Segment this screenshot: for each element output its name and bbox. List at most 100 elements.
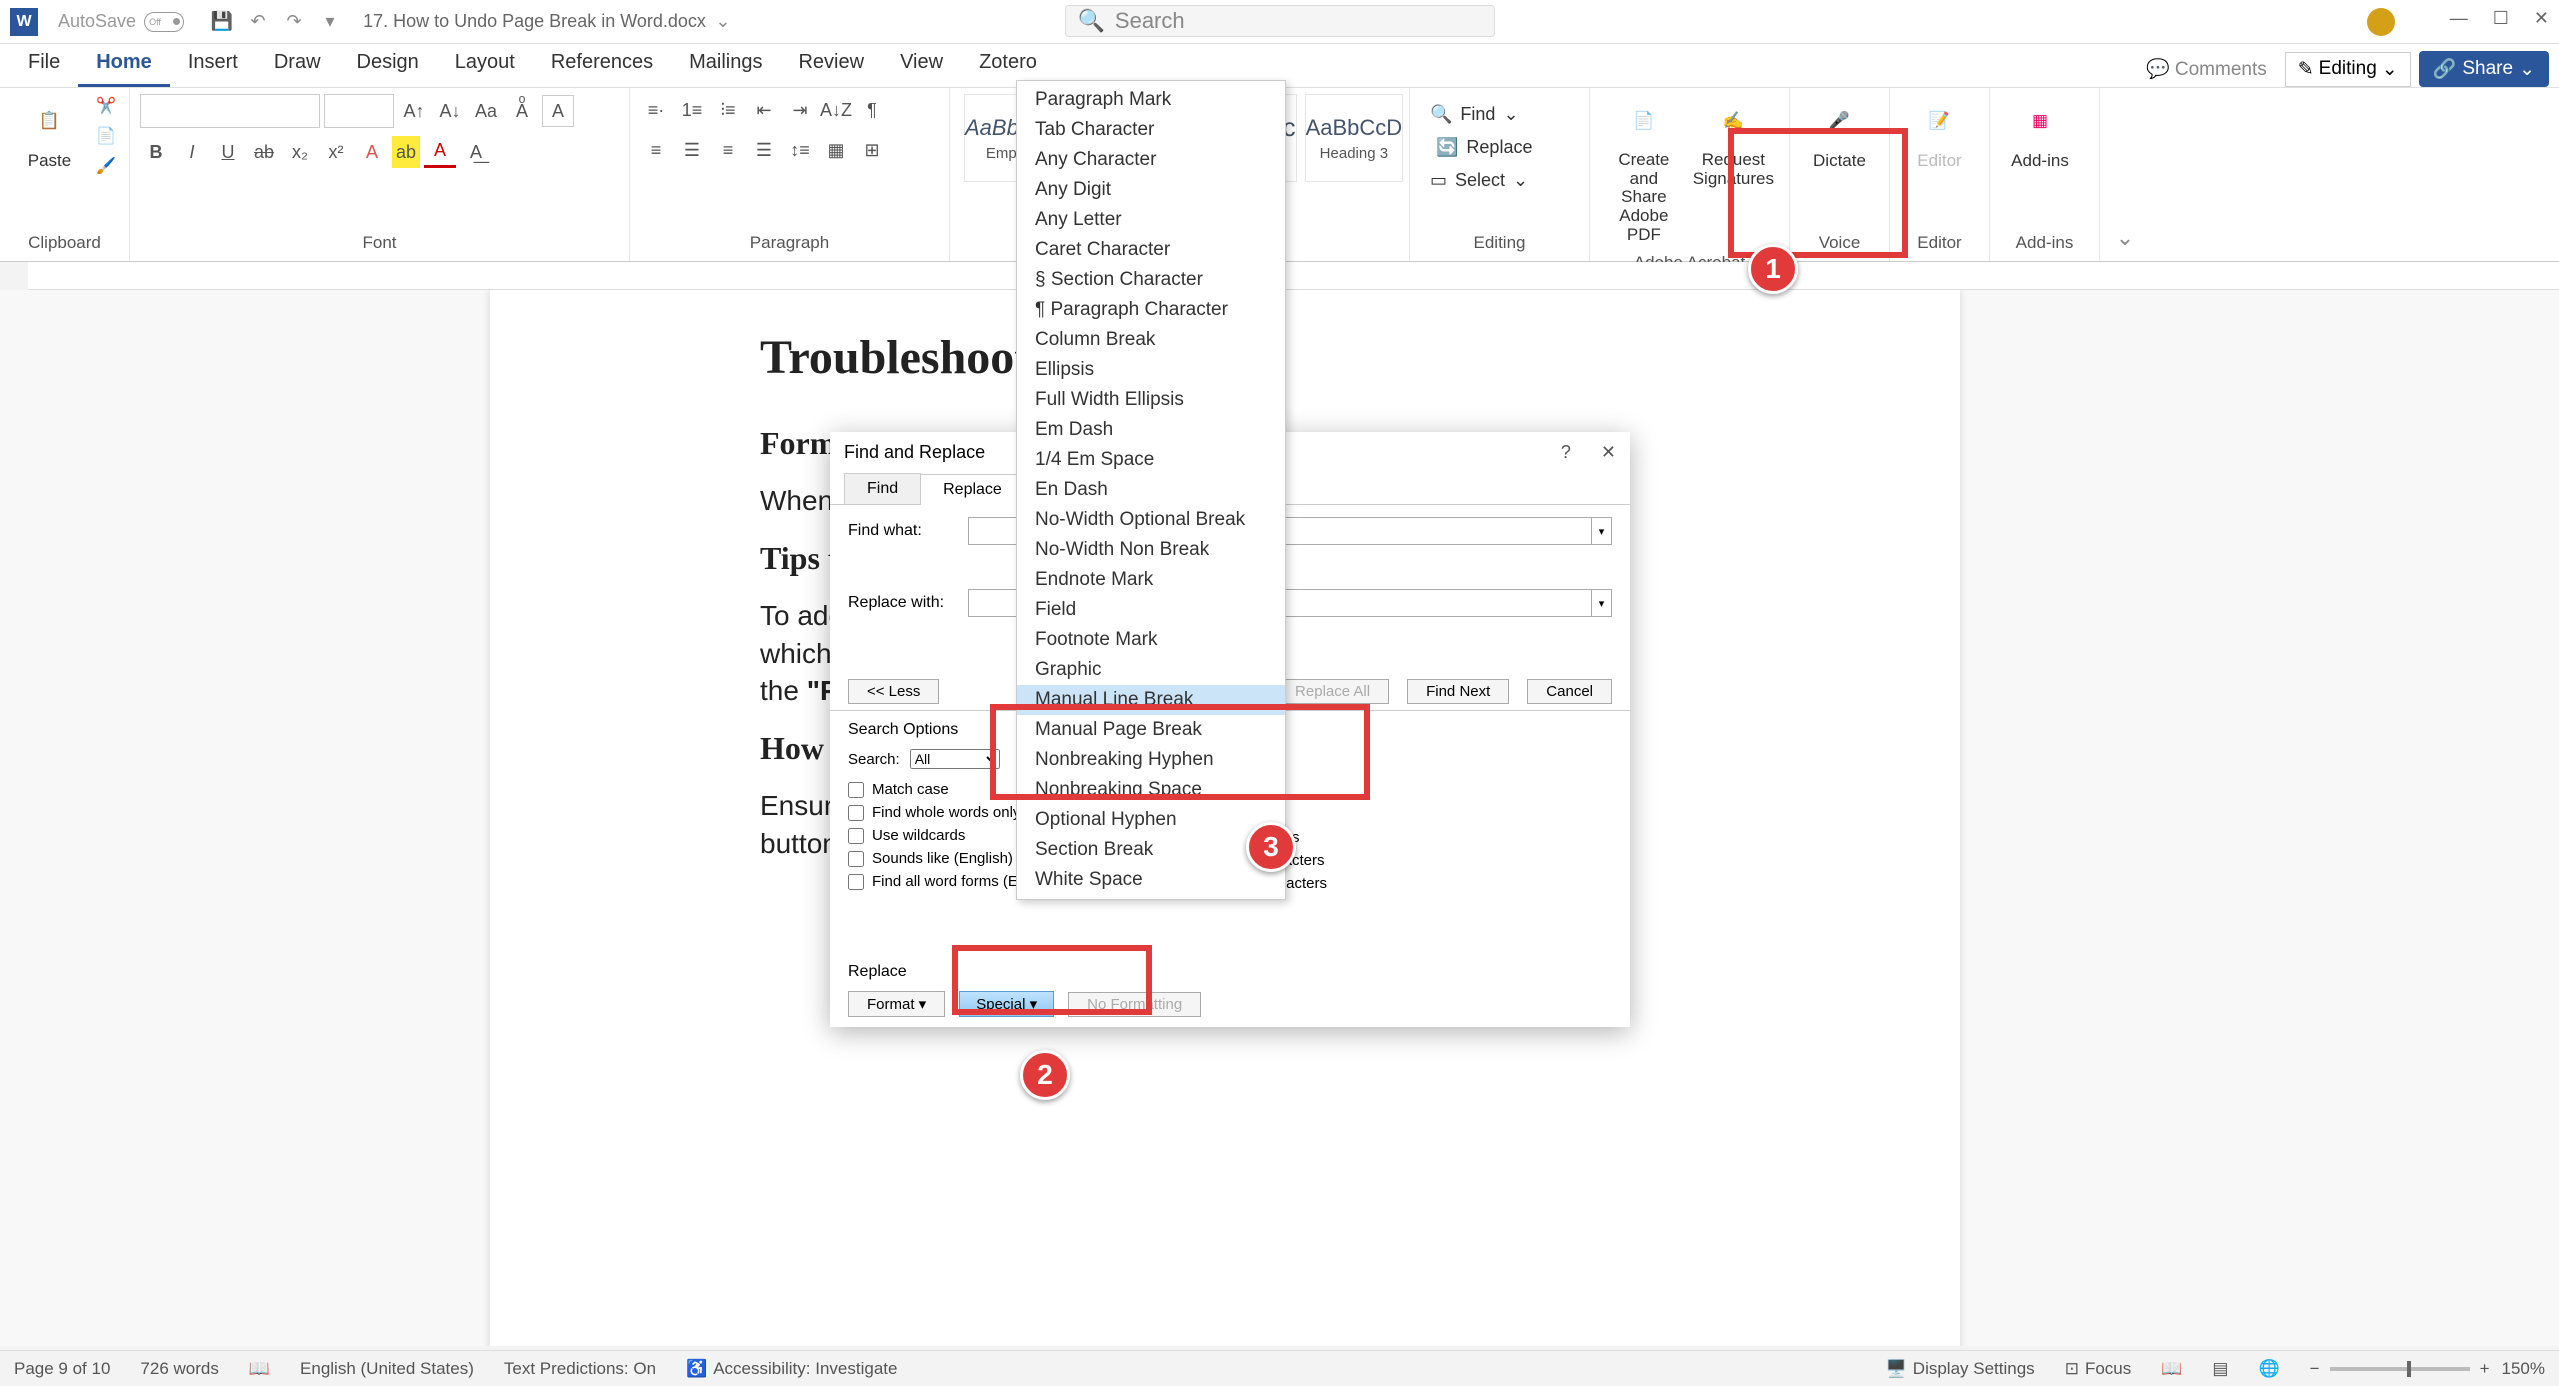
zoom-slider[interactable] [2330,1367,2470,1371]
borders-button[interactable]: ⊞ [856,134,888,166]
special-button[interactable]: Special ▾ [959,991,1054,1017]
search-direction-select[interactable]: All [910,749,1000,769]
doc-dropdown-icon[interactable]: ⌄ [710,9,736,35]
collapse-ribbon-icon[interactable]: ⌄ [2116,225,2134,251]
character-shading-button[interactable]: A͟ [460,136,492,168]
special-item[interactable]: Section Break [1017,835,1285,865]
tab-view[interactable]: View [882,41,961,87]
request-signatures-button[interactable]: ✍️Request Signatures [1688,94,1779,193]
character-border-icon[interactable]: A [542,95,574,127]
bold-button[interactable]: B [140,136,172,168]
find-next-button[interactable]: Find Next [1407,679,1509,704]
accessibility-status[interactable]: ♿ Accessibility: Investigate [686,1359,897,1379]
special-item[interactable]: Column Break [1017,325,1285,355]
format-button[interactable]: Format ▾ [848,991,945,1017]
save-icon[interactable]: 💾 [209,9,235,35]
maximize-button[interactable]: ☐ [2493,8,2509,36]
cancel-button[interactable]: Cancel [1527,679,1612,704]
tab-references[interactable]: References [533,41,671,87]
special-item[interactable]: Manual Line Break [1017,685,1285,715]
bullets-button[interactable]: ≡· [640,94,672,126]
shrink-font-icon[interactable]: A↓ [434,95,466,127]
shading-button[interactable]: ▦ [820,134,852,166]
special-item[interactable]: Any Character [1017,145,1285,175]
highlight-button[interactable]: ab [392,136,420,168]
special-item[interactable]: Any Letter [1017,205,1285,235]
tab-draw[interactable]: Draw [256,41,339,87]
special-item[interactable]: Footnote Mark [1017,625,1285,655]
zoom-in-icon[interactable]: + [2480,1359,2490,1379]
special-item[interactable]: Nonbreaking Hyphen [1017,745,1285,775]
justify-button[interactable]: ☰ [748,134,780,166]
clear-format-icon[interactable]: Aͦ [506,95,538,127]
align-center-button[interactable]: ☰ [676,134,708,166]
font-family-select[interactable] [140,94,320,128]
special-item[interactable]: Optional Hyphen [1017,805,1285,835]
fr-tab-find[interactable]: Find [844,473,921,504]
copy-icon[interactable]: 📄 [93,124,119,148]
format-painter-icon[interactable]: 🖌️ [93,154,119,178]
page-status[interactable]: Page 9 of 10 [14,1359,110,1379]
display-settings[interactable]: 🖥️ Display Settings [1886,1359,2035,1379]
find-what-history-icon[interactable]: ▾ [1592,517,1612,545]
replace-all-button[interactable]: Replace All [1276,679,1389,704]
tab-insert[interactable]: Insert [170,41,256,87]
web-layout-icon[interactable]: 🌐 [2258,1359,2279,1379]
special-item[interactable]: Ellipsis [1017,355,1285,385]
change-case-icon[interactable]: Aa [470,95,502,127]
close-button[interactable]: ✕ [2534,8,2549,36]
no-formatting-button[interactable]: No Formatting [1068,992,1201,1017]
special-item[interactable]: Paragraph Mark [1017,85,1285,115]
search-box[interactable]: 🔍 Search [1065,5,1495,37]
special-item[interactable]: Caret Character [1017,235,1285,265]
align-right-button[interactable]: ≡ [712,134,744,166]
special-item[interactable]: Graphic [1017,655,1285,685]
subscript-button[interactable]: x₂ [284,136,316,168]
editing-mode-button[interactable]: ✎ Editing ⌄ [2285,52,2411,87]
tab-review[interactable]: Review [780,41,882,87]
special-item[interactable]: 1/4 Em Space [1017,445,1285,475]
special-item[interactable]: No-Width Optional Break [1017,505,1285,535]
fr-tab-replace[interactable]: Replace [920,474,1025,505]
dictate-button[interactable]: 🎤Dictate [1800,94,1879,176]
special-item[interactable]: ¶ Paragraph Character [1017,295,1285,325]
superscript-button[interactable]: x² [320,136,352,168]
zoom-out-icon[interactable]: − [2310,1359,2320,1379]
font-size-select[interactable] [324,94,394,128]
focus-mode[interactable]: ⊡ Focus [2065,1359,2132,1379]
text-predictions[interactable]: Text Predictions: On [504,1359,656,1379]
comments-button[interactable]: 💬 Comments [2136,51,2277,87]
redo-icon[interactable]: ↷ [281,9,307,35]
underline-button[interactable]: U [212,136,244,168]
special-item[interactable]: White Space [1017,865,1285,895]
word-count[interactable]: 726 words [140,1359,218,1379]
special-item[interactable]: Any Digit [1017,175,1285,205]
language-status[interactable]: English (United States) [300,1359,474,1379]
text-effects-button[interactable]: A [356,136,388,168]
tab-home[interactable]: Home [78,41,170,87]
select-button[interactable]: ▭ Select ⌄ [1420,166,1538,195]
special-item[interactable]: No-Width Non Break [1017,535,1285,565]
tab-file[interactable]: File [10,41,78,87]
align-left-button[interactable]: ≡ [640,134,672,166]
dialog-help-icon[interactable]: ? [1561,442,1571,463]
numbering-button[interactable]: 1≡ [676,94,708,126]
special-item[interactable]: Manual Page Break [1017,715,1285,745]
autosave[interactable]: AutoSave Off [58,11,184,32]
italic-button[interactable]: I [176,136,208,168]
cut-icon[interactable]: ✂️ [93,94,119,118]
special-item[interactable]: Tab Character [1017,115,1285,145]
replace-with-history-icon[interactable]: ▾ [1592,589,1612,617]
replace-button[interactable]: 🔄 Replace [1420,133,1542,162]
grow-font-icon[interactable]: A↑ [398,95,430,127]
special-item[interactable]: Endnote Mark [1017,565,1285,595]
font-color-button[interactable]: A [424,136,456,168]
undo-icon[interactable]: ↶ [245,9,271,35]
multilevel-button[interactable]: ⫶≡ [712,94,744,126]
minimize-button[interactable]: — [2450,8,2468,36]
read-mode-icon[interactable]: 📖 [2161,1359,2182,1379]
tab-mailings[interactable]: Mailings [671,41,780,87]
line-spacing-button[interactable]: ↕≡ [784,134,816,166]
paste-button[interactable]: 📋 Paste [10,94,89,176]
print-layout-icon[interactable]: ▤ [2212,1359,2228,1379]
